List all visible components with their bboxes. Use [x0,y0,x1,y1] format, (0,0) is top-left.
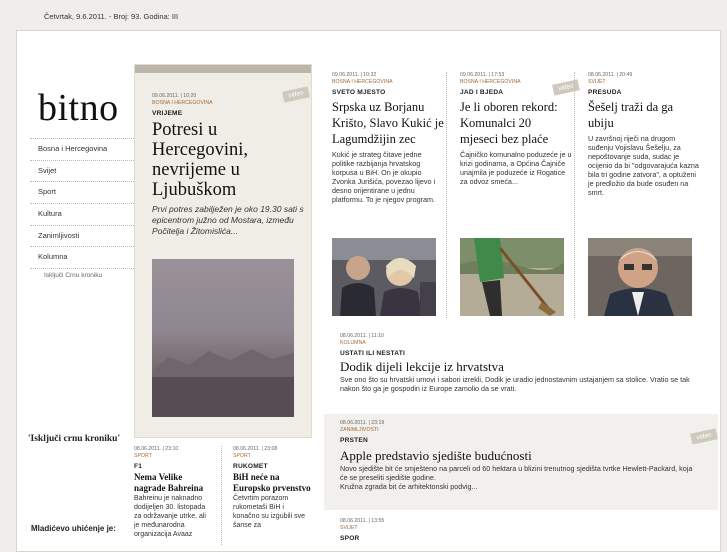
article-kicker: F1 [134,463,143,470]
article-category[interactable]: SVIJET [588,79,700,86]
article-headline[interactable]: Nema Velike nagrade Bahreina [134,472,212,494]
seselj-illustration [588,238,692,316]
article-meta: 08.06.2011. | 23:08 [233,446,278,452]
photo-town [152,377,294,417]
feature-top-bar [135,65,311,73]
street-sweeper-photo[interactable] [460,238,564,316]
article-category[interactable]: ZANIMLJIVOSTI [340,427,700,434]
street-sweeper-illustration [460,238,564,316]
feature-article[interactable]: video 09.06.2011. | 10:20 BOSNA I HERCEG… [134,64,312,438]
article-category[interactable]: SPORT [233,453,311,460]
feature-photo[interactable] [152,259,294,417]
crna-kronika-title: 'Isključi crnu kroniku' [27,434,121,444]
article-headline[interactable]: BiH neće na Europsko prvenstvo [233,472,311,494]
article-card[interactable]: 08.06.2011. | 23:10 SPORT F1 Nema Velike… [134,446,212,539]
nav-item-bih[interactable]: Bosna i Hercegovina [30,138,134,160]
article-kicker: RUKOMET [233,463,268,470]
feature-headline[interactable]: Potresi u Hercegovini, nevrijeme u Ljubu… [152,120,304,200]
article-meta: 09.06.2011. | 10:32 [332,72,377,78]
article-kicker: PRESUDA [588,89,622,96]
poll-question: Mladićevo uhićenje je: [31,524,116,533]
column-divider [221,446,222,545]
article-card[interactable]: 08.06.2011. | 11:10 KOLUMNA USTATI ILI N… [340,333,700,393]
article-headline[interactable]: Dodik dijeli lekcije iz hrvatstva [340,359,700,375]
article-headline[interactable]: Je li oboren rekord: Komunalci 20 mjesec… [460,99,572,147]
article-meta: 08.06.2011. | 23:10 [134,446,179,452]
article-category[interactable]: BOSNA I HERCEGOVINA [332,79,444,86]
nav-item-kultura[interactable]: Kultura [30,203,134,225]
article-summary: Sve ono što su hrvatski umovi i sabori i… [340,375,690,393]
feature-lead: Prvi potres zabilježen je oko 19.30 sati… [152,204,304,236]
seselj-photo[interactable] [588,238,692,316]
article-category[interactable]: KOLUMNA [340,340,700,347]
article-summary: U završnoj riječi na drugom suđenju Voji… [588,134,699,197]
politicians-illustration [332,238,436,316]
article-card[interactable]: 08.06.2011. | 23:08 SPORT RUKOMET BiH ne… [233,446,311,530]
article-meta: 09.06.2011. | 17:53 [460,72,505,78]
crna-kronika-toggle[interactable]: Isključi Crnu kroniku [44,272,102,279]
site-logo[interactable]: bitno [38,86,119,130]
article-meta: 08.06.2011. | 11:10 [340,333,384,339]
article-kicker: VRIJEME [152,110,183,117]
article-headline[interactable]: Šešelj traži da ga ubiju [588,99,700,131]
article-kicker: PRSTEN [340,437,368,444]
article-card[interactable]: 08.06.2011. | 13:55 SVIJET SPOR [340,518,540,542]
article-kicker: USTATI ILI NESTATI [340,350,406,357]
nav-item-sport[interactable]: Sport [30,181,134,203]
article-category[interactable]: SPORT [134,453,212,460]
article-category[interactable]: BOSNA I HERCEGOVINA [152,100,304,107]
article-summary: Novo sjedište bit će smješteno na parcel… [340,464,693,482]
politicians-photo[interactable] [332,238,436,316]
article-summary: Kukić je strateg čitave jedne politike r… [332,150,436,204]
article-card[interactable]: 09.06.2011. | 10:32 BOSNA I HERCEGOVINA … [332,72,444,204]
article-summary: Bahreinu je naknadno dodijeljen 30. list… [134,495,206,538]
article-headline[interactable]: Srpska uz Borjanu Krišto, Slavo Kukić je… [332,99,444,147]
nav-item-zanimljivosti[interactable]: Zanimljivosti [30,224,134,247]
article-meta: 08.06.2011. | 23:19 [340,420,385,426]
article-summary: Četvrtim porazom rukometaši BiH i konačn… [233,495,305,529]
column-divider [574,72,575,318]
date-issue-bar: Četvrtak, 9.6.2011. - Broj: 93. Godina: … [44,12,179,21]
article-meta: 08.06.2011. | 20:49 [588,72,633,78]
article-meta: 08.06.2011. | 13:55 [340,518,385,524]
section-nav: Bosna i Hercegovina Svijet Sport Kultura… [30,138,134,270]
nav-item-kolumna[interactable]: Kolumna [30,246,134,270]
column-divider [446,72,447,318]
article-kicker: SVETO MJESTO [332,89,386,96]
article-card[interactable]: 08.06.2011. | 20:49 SVIJET PRESUDA Šešel… [588,72,700,197]
article-summary: Čajničko komunalno poduzeće je u krizi g… [460,150,572,186]
article-card[interactable]: 08.06.2011. | 23:19 ZANIMLJIVOSTI PRSTEN… [340,420,700,491]
nav-item-svijet[interactable]: Svijet [30,159,134,182]
article-headline[interactable]: Apple predstavio sjedište budućnosti [340,448,700,464]
article-summary: Kružna zgrada bit će arhitektonski podvi… [340,482,478,491]
article-meta: 09.06.2011. | 10:20 [152,93,197,99]
article-kicker: SPOR [340,535,360,542]
article-category[interactable]: SVIJET [340,525,540,532]
